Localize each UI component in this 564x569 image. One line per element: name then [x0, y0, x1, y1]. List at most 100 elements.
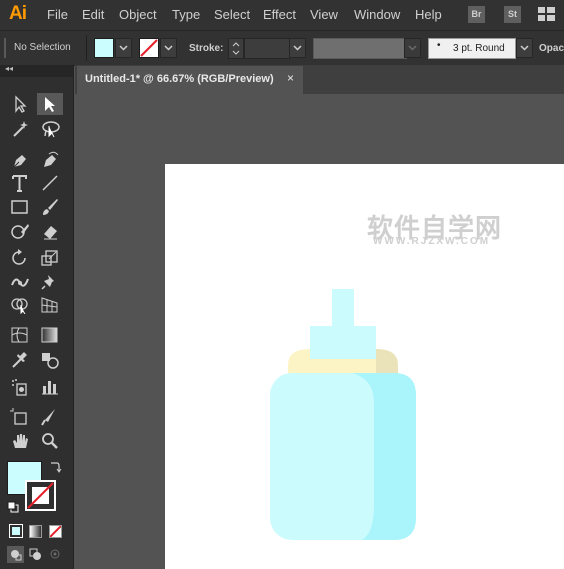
- color-mode-button[interactable]: [9, 524, 23, 538]
- menu-window[interactable]: Window: [354, 7, 400, 22]
- eyedropper-tool[interactable]: [7, 349, 33, 371]
- stroke-weight-stepper[interactable]: [228, 38, 244, 59]
- shaper-tool[interactable]: [7, 220, 33, 242]
- close-icon[interactable]: ×: [287, 71, 294, 85]
- stock-button[interactable]: St: [504, 6, 521, 23]
- bridge-button[interactable]: Br: [468, 6, 485, 23]
- magic-wand-tool[interactable]: [7, 118, 33, 140]
- baby-bottle-artwork[interactable]: [264, 285, 424, 545]
- shaper-icon: [11, 224, 29, 239]
- variable-width-profile[interactable]: [313, 38, 407, 59]
- curvature-pen-icon: [44, 151, 59, 167]
- rectangle-tool[interactable]: [7, 196, 33, 218]
- direct-selection-tool[interactable]: [37, 93, 63, 115]
- menu-type[interactable]: Type: [172, 7, 200, 22]
- hand-tool[interactable]: [7, 430, 33, 452]
- curvature-tool[interactable]: [37, 149, 63, 171]
- shape-builder-tool[interactable]: [7, 294, 33, 316]
- divider: [86, 35, 87, 61]
- menu-edit[interactable]: Edit: [82, 7, 104, 22]
- eyedropper-icon: [12, 352, 27, 368]
- selection-tool[interactable]: [7, 93, 33, 115]
- shape-builder-icon: [11, 298, 28, 314]
- hand-icon: [13, 434, 28, 448]
- blend-tool[interactable]: [37, 349, 63, 371]
- menu-select[interactable]: Select: [214, 7, 250, 22]
- slice-tool[interactable]: [37, 406, 63, 428]
- fill-dropdown[interactable]: [115, 38, 132, 58]
- gradient-icon: [41, 327, 58, 343]
- variable-width-dropdown[interactable]: [404, 38, 421, 58]
- symbol-sprayer-tool[interactable]: [7, 376, 33, 398]
- mesh-tool[interactable]: [7, 324, 33, 346]
- pushpin-icon: [41, 275, 54, 290]
- draw-normal-button[interactable]: [7, 546, 24, 563]
- brush-definition[interactable]: • 3 pt. Round: [428, 38, 516, 59]
- swap-fill-stroke-icon[interactable]: [48, 460, 62, 474]
- brush-dot-icon: •: [437, 40, 441, 51]
- symbol-sprayer-icon: [12, 379, 27, 396]
- fill-color-swatch[interactable]: [94, 38, 114, 58]
- artboard-tool[interactable]: [7, 406, 33, 428]
- rotate-tool[interactable]: [7, 247, 33, 269]
- gradient-tool[interactable]: [37, 324, 63, 346]
- toolbox-header[interactable]: ◂◂: [0, 64, 73, 77]
- menu-file[interactable]: File: [47, 7, 68, 22]
- artboard-icon: [10, 408, 27, 425]
- document-tab[interactable]: Untitled-1* @ 66.67% (RGB/Preview) ×: [77, 66, 303, 94]
- scale-icon: [41, 250, 58, 266]
- app-logo: Ai: [9, 3, 27, 24]
- rotate-icon: [12, 249, 26, 265]
- stroke-weight-dropdown[interactable]: [289, 38, 306, 58]
- stroke-label: Stroke:: [189, 43, 224, 54]
- none-mode-button[interactable]: [49, 525, 62, 538]
- pen-icon: [13, 155, 26, 168]
- stroke-color-box[interactable]: [25, 480, 56, 511]
- line-segment-icon: [42, 175, 58, 191]
- bottle-ring-shade: [376, 349, 398, 375]
- lasso-icon: [42, 121, 60, 138]
- menu-view[interactable]: View: [310, 7, 338, 22]
- width-icon: [11, 278, 29, 287]
- zoom-tool[interactable]: [37, 430, 63, 452]
- brush-dropdown[interactable]: [516, 38, 533, 58]
- stroke-dropdown[interactable]: [160, 38, 177, 58]
- bottle-nipple: [332, 289, 354, 329]
- perspective-grid-tool[interactable]: [37, 294, 63, 316]
- draw-behind-button[interactable]: [27, 546, 44, 563]
- paintbrush-tool[interactable]: [37, 196, 63, 218]
- eraser-icon: [44, 226, 57, 240]
- mesh-icon: [11, 327, 28, 343]
- type-tool[interactable]: [7, 172, 33, 194]
- slice-knife-icon: [41, 409, 55, 426]
- stroke-weight-input[interactable]: [244, 38, 290, 59]
- magic-wand-icon: [13, 121, 28, 137]
- grip-icon: [4, 38, 6, 58]
- width-tool[interactable]: [7, 271, 33, 293]
- draw-inside-button[interactable]: [47, 546, 64, 563]
- rectangle-icon: [11, 200, 28, 214]
- stroke-color-swatch[interactable]: [139, 38, 159, 58]
- selection-status: No Selection: [14, 42, 71, 53]
- menu-help[interactable]: Help: [415, 7, 442, 22]
- scale-tool[interactable]: [37, 247, 63, 269]
- document-tab-title: Untitled-1* @ 66.67% (RGB/Preview): [85, 73, 274, 85]
- puppet-warp-tool[interactable]: [37, 271, 63, 293]
- workspace-switcher-icon[interactable]: [538, 7, 555, 21]
- pen-tool[interactable]: [7, 149, 33, 171]
- line-segment-tool[interactable]: [37, 172, 63, 194]
- perspective-grid-icon: [41, 297, 58, 313]
- opacity-label: Opaci: [539, 43, 564, 54]
- gradient-mode-button[interactable]: [29, 525, 42, 538]
- lasso-tool[interactable]: [37, 118, 63, 140]
- default-colors-icon[interactable]: [7, 501, 19, 513]
- toolbox-panel: ◂◂: [0, 64, 74, 569]
- collapse-icon[interactable]: ◂◂: [5, 64, 13, 73]
- eraser-tool[interactable]: [37, 220, 63, 242]
- brush-label: 3 pt. Round: [453, 43, 505, 54]
- menu-effect[interactable]: Effect: [263, 7, 296, 22]
- menu-object[interactable]: Object: [119, 7, 157, 22]
- paintbrush-icon: [43, 199, 58, 215]
- column-graph-tool[interactable]: [37, 376, 63, 398]
- blend-icon: [42, 353, 59, 369]
